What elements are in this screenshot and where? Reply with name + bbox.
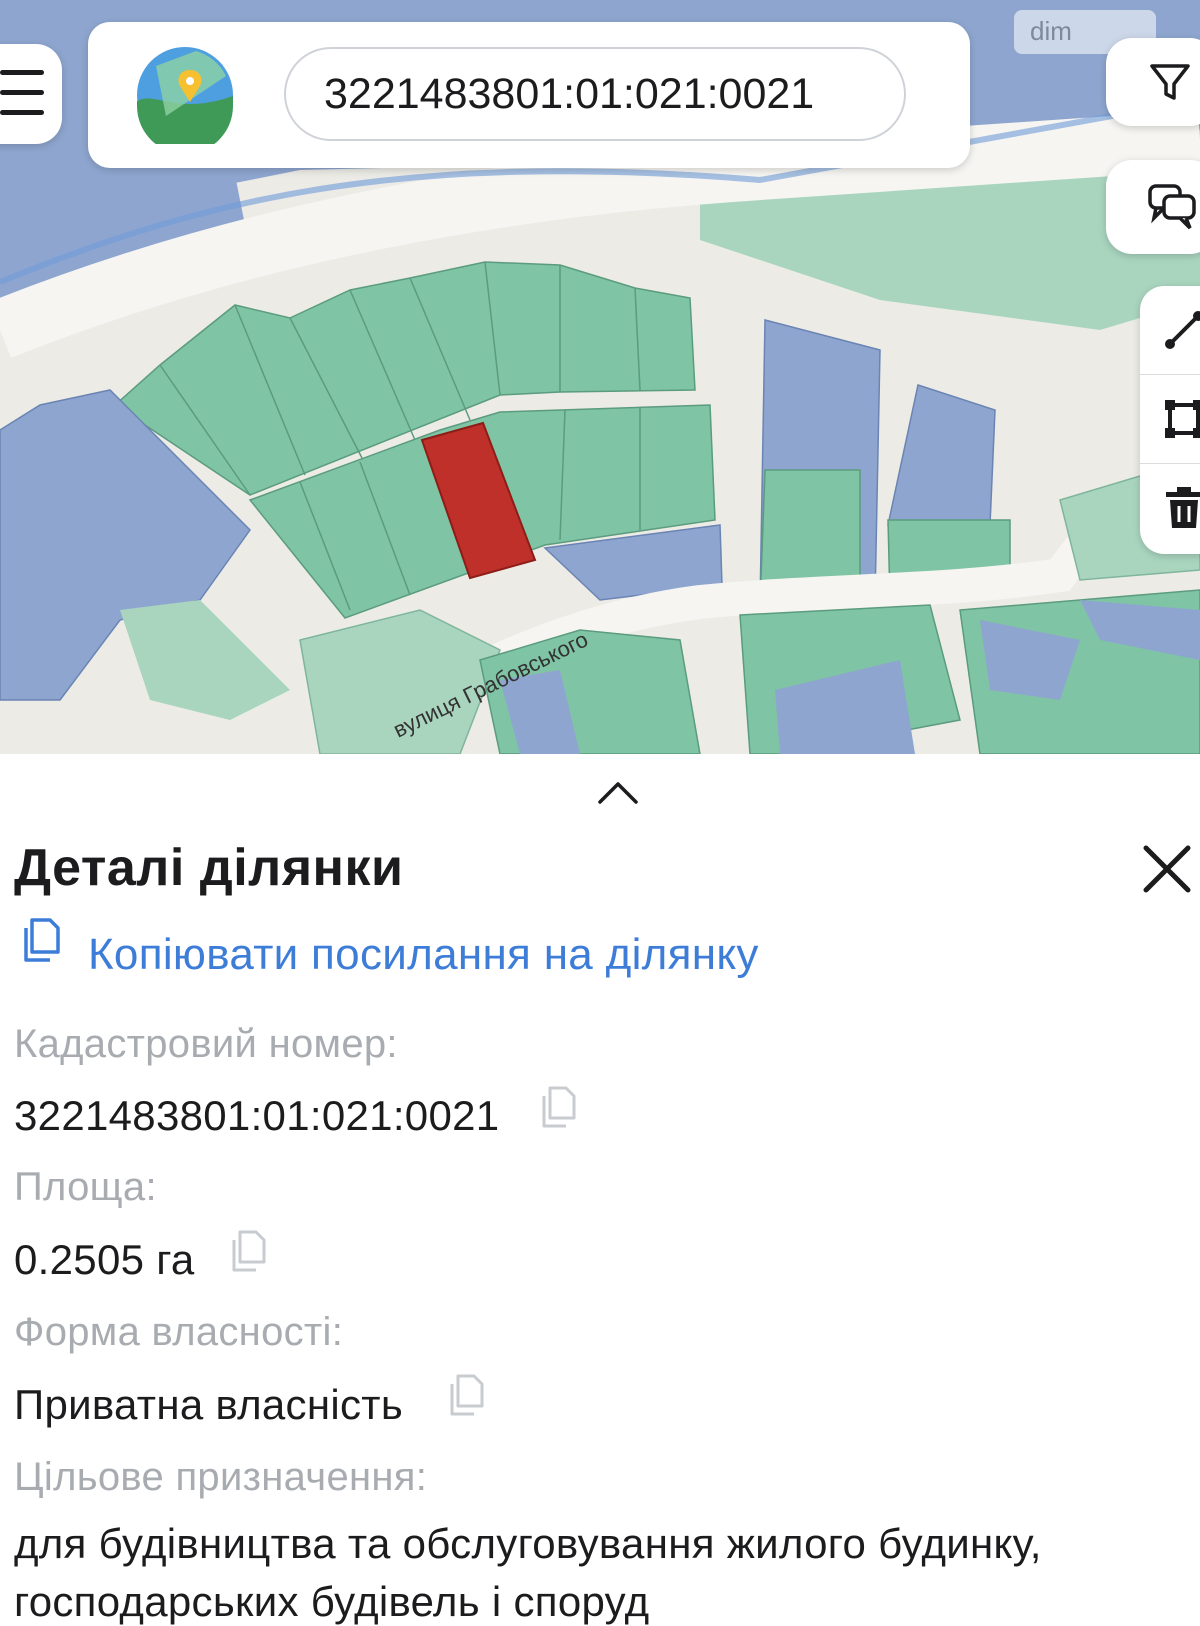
copy-icon[interactable] (538, 1084, 578, 1130)
draw-polygon-button[interactable] (1140, 375, 1200, 463)
field-value-area: 0.2505 га (14, 1236, 195, 1283)
copy-icon[interactable] (446, 1372, 486, 1418)
trash-icon (1166, 487, 1200, 528)
field-value-purpose: для будівництва та обслуговування жилого… (14, 1520, 1042, 1567)
draw-tools-panel (1140, 286, 1200, 554)
field-label-purpose: Цільове призначення: (14, 1455, 428, 1499)
filter-funnel-icon (1150, 64, 1190, 100)
field-value-purpose-cont: господарських будівель і споруд (14, 1578, 650, 1625)
menu-button[interactable] (0, 44, 62, 144)
field-label-area: Площа: (14, 1165, 157, 1209)
copy-icon (24, 918, 60, 962)
chat-button[interactable] (1106, 160, 1200, 254)
hamburger-menu-icon (0, 70, 44, 75)
field-value-ownership: Приватна власність (14, 1381, 403, 1428)
delete-button[interactable] (1140, 464, 1200, 554)
copy-link-label: Копіювати посилання на ділянку (88, 930, 759, 979)
measure-line-icon (1165, 311, 1200, 349)
copy-link-button[interactable]: Копіювати посилання на ділянку (14, 912, 914, 982)
field-label-cadastral: Кадастровий номер: (14, 1022, 398, 1066)
search-input[interactable] (284, 47, 906, 141)
measure-button[interactable] (1140, 286, 1200, 374)
field-label-ownership: Форма власності: (14, 1310, 344, 1354)
filter-button[interactable] (1106, 38, 1200, 126)
copy-icon[interactable] (228, 1228, 268, 1274)
map-pin-logo-icon[interactable] (136, 46, 234, 144)
chevron-up-icon[interactable] (596, 778, 640, 806)
field-value-cadastral: 3221483801:01:021:0021 (14, 1092, 500, 1139)
sheet-title: Деталі ділянки (14, 839, 404, 897)
search-card (88, 22, 970, 168)
chat-bubbles-icon (1148, 184, 1196, 230)
close-icon[interactable] (1140, 842, 1194, 896)
draw-polygon-icon (1165, 400, 1200, 438)
map-view[interactable]: вулиця Грабовського dim (0, 0, 1200, 754)
